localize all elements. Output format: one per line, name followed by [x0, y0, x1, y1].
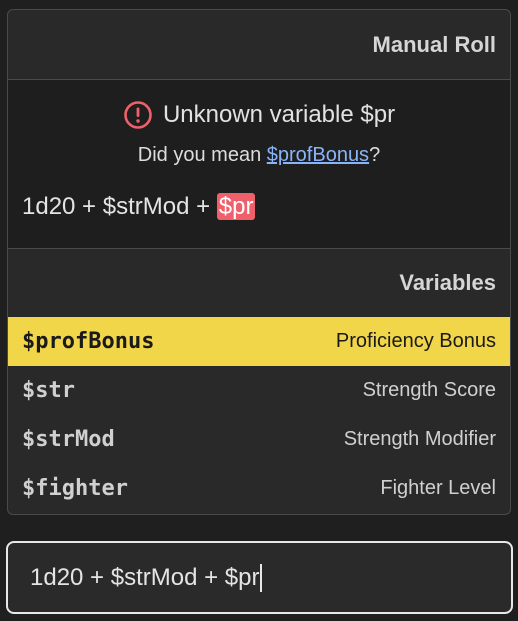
panel-title: Manual Roll — [8, 10, 510, 80]
variable-row-str[interactable]: $str Strength Score — [8, 366, 510, 415]
variable-name: $fighter — [22, 476, 128, 501]
manual-roll-panel: Manual Roll Unknown variable $pr Did you… — [7, 9, 511, 515]
error-message: Unknown variable $pr — [162, 101, 396, 128]
variable-row-strmod[interactable]: $strMod Strength Modifier — [8, 415, 510, 464]
error-icon — [123, 100, 153, 130]
expression-error-token: $pr — [216, 193, 256, 220]
variables-list: $profBonus Proficiency Bonus $str Streng… — [8, 317, 510, 513]
suggestion-link[interactable]: $profBonus — [267, 144, 369, 166]
input-value: 1d20 + $strMod + $pr — [30, 563, 260, 591]
suggestion-prefix: Did you mean — [137, 144, 267, 166]
suggestion-line: Did you mean $profBonus? — [8, 144, 510, 167]
expression-preview: 1d20 + $strMod + $pr — [22, 193, 256, 221]
variable-description: Strength Modifier — [343, 428, 496, 450]
suggestion-suffix: ? — [369, 144, 381, 166]
error-section: Unknown variable $pr Did you mean $profB… — [8, 80, 510, 249]
variables-title: Variables — [399, 270, 496, 295]
variable-description: Strength Score — [362, 379, 496, 401]
text-caret — [260, 563, 263, 592]
variable-row-profbonus[interactable]: $profBonus Proficiency Bonus — [8, 317, 510, 366]
roll-expression-input[interactable]: 1d20 + $strMod + $pr — [6, 541, 513, 614]
variable-row-fighter[interactable]: $fighter Fighter Level — [8, 464, 510, 513]
variable-name: $strMod — [22, 427, 115, 452]
variable-description: Fighter Level — [380, 477, 496, 499]
variable-name: $profBonus — [22, 329, 155, 354]
variable-name: $str — [22, 378, 75, 403]
error-message-row: Unknown variable $pr — [8, 100, 510, 130]
expression-valid-part: 1d20 + $strMod + — [22, 193, 217, 220]
variable-description: Proficiency Bonus — [335, 330, 496, 352]
